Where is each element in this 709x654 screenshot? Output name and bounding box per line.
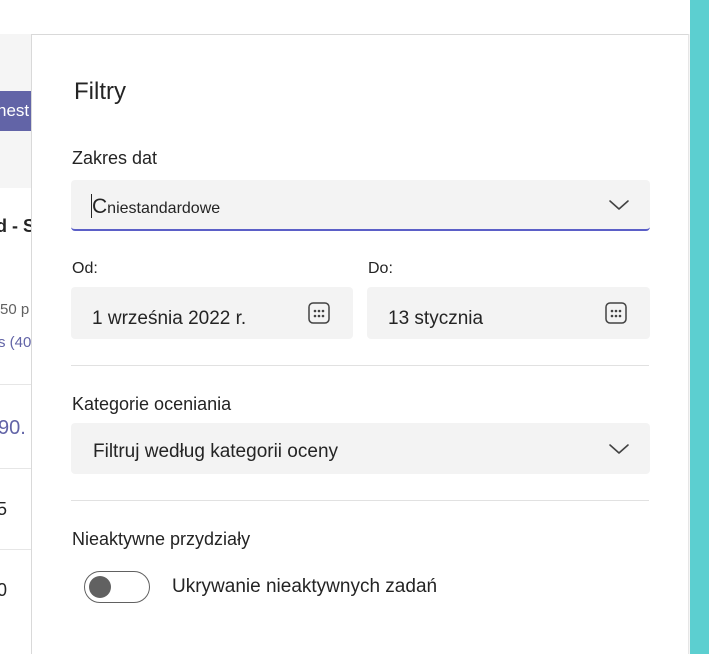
chevron-down-icon — [609, 444, 629, 454]
date-range-dropdown[interactable]: Cniestandardowe — [71, 180, 650, 231]
background-button[interactable]: nest — [0, 91, 32, 131]
calendar-icon[interactable] — [307, 301, 331, 325]
background-meta: 50 p — [0, 301, 30, 318]
calendar-icon[interactable] — [604, 301, 628, 325]
background-divider — [0, 384, 32, 385]
date-range-value: Cniestandardowe — [92, 195, 221, 218]
background-button-label: nest — [0, 101, 30, 120]
section-divider — [71, 500, 649, 501]
teal-side-strip — [690, 0, 709, 654]
hide-inactive-toggle[interactable] — [84, 571, 150, 603]
background-heading: d - S — [0, 216, 32, 236]
filters-panel: Filtry Zakres dat Cniestandardowe Od: Do… — [31, 34, 689, 654]
from-date-value: 1 września 2022 r. — [92, 308, 247, 329]
background-link[interactable]: s (40 — [0, 334, 31, 351]
to-date-value: 13 stycznia — [388, 308, 484, 329]
background-divider — [0, 549, 32, 550]
hide-inactive-toggle-label: Ukrywanie nieaktywnych zadań — [172, 576, 438, 597]
to-date-field[interactable]: 13 stycznia — [367, 287, 650, 339]
grading-categories-dropdown[interactable]: Filtruj według kategorii oceny — [71, 423, 650, 474]
from-label: Od: — [72, 260, 98, 277]
to-label: Do: — [368, 260, 393, 277]
background-row-value[interactable]: 90. — [0, 417, 26, 440]
chevron-down-icon — [609, 200, 629, 210]
background-row-value: 5 — [0, 499, 8, 519]
background-divider — [0, 468, 32, 469]
inactive-assignments-label: Nieaktywne przydziały — [72, 529, 251, 549]
section-divider — [71, 365, 649, 366]
background-card: d - S 50 p s (40 90. 5 0 — [0, 188, 32, 654]
date-range-label: Zakres dat — [72, 148, 158, 168]
panel-title: Filtry — [74, 78, 126, 105]
grading-categories-label: Kategorie oceniania — [72, 394, 232, 414]
background-header — [0, 0, 690, 34]
toggle-knob — [89, 575, 111, 598]
grading-categories-placeholder: Filtruj według kategorii oceny — [93, 441, 339, 462]
background-row-value: 0 — [0, 580, 8, 600]
from-date-field[interactable]: 1 września 2022 r. — [71, 287, 353, 339]
